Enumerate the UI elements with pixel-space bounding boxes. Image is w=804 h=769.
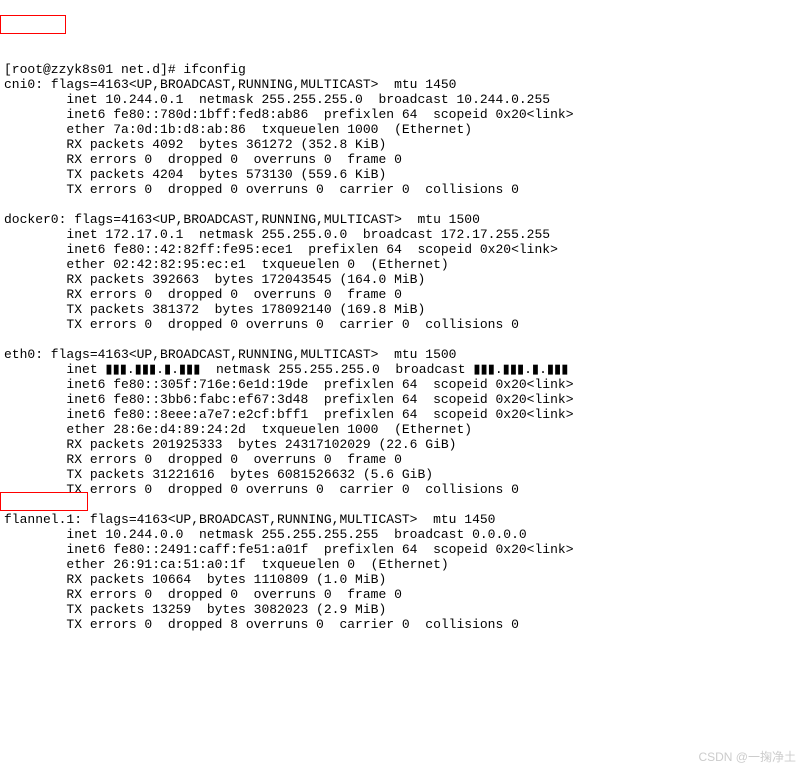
docker0-inet: inet 172.17.0.1 netmask 255.255.0.0 broa… [4,227,550,242]
eth0-rx-packets: RX packets 201925333 bytes 24317102029 (… [4,437,456,452]
cni0-rx-packets: RX packets 4092 bytes 361272 (352.8 KiB) [4,137,386,152]
cni0-tx-errors: TX errors 0 dropped 0 overruns 0 carrier… [4,182,519,197]
docker0-rx-packets: RX packets 392663 bytes 172043545 (164.0… [4,272,425,287]
flannel-rx-packets: RX packets 10664 bytes 1110809 (1.0 MiB) [4,572,386,587]
docker0-rx-errors: RX errors 0 dropped 0 overruns 0 frame 0 [4,287,402,302]
docker0-ether: ether 02:42:82:95:ec:e1 txqueuelen 0 (Et… [4,257,449,272]
eth0-inet6-a: inet6 fe80::305f:716e:6e1d:19de prefixle… [4,377,574,392]
cni0-tx-packets: TX packets 4204 bytes 573130 (559.6 KiB) [4,167,386,182]
cni0-inet6: inet6 fe80::780d:1bff:fed8:ab86 prefixle… [4,107,574,122]
flannel-rx-errors: RX errors 0 dropped 0 overruns 0 frame 0 [4,587,402,602]
eth0-tx-errors: TX errors 0 dropped 0 overruns 0 carrier… [4,482,519,497]
docker0-inet6: inet6 fe80::42:82ff:fe95:ece1 prefixlen … [4,242,558,257]
eth0-tx-packets: TX packets 31221616 bytes 6081526632 (5.… [4,467,433,482]
iface-flannel-flags: flags=4163<UP,BROADCAST,RUNNING,MULTICAS… [82,512,495,527]
terminal-output: [root@zzyk8s01 net.d]# ifconfig cni0: fl… [0,60,804,634]
cni0-rx-errors: RX errors 0 dropped 0 overruns 0 frame 0 [4,152,402,167]
flannel-ether: ether 26:91:ca:51:a0:1f txqueuelen 0 (Et… [4,557,449,572]
cni0-ether: ether 7a:0d:1b:d8:ab:86 txqueuelen 1000 … [4,122,472,137]
watermark-text: CSDN @一掬净土 [698,750,796,765]
eth0-inet: inet ▮▮▮.▮▮▮.▮.▮▮▮ netmask 255.255.255.0… [4,362,568,377]
flannel-inet: inet 10.244.0.0 netmask 255.255.255.255 … [4,527,527,542]
iface-docker0-head: docker0: flags=4163<UP,BROADCAST,RUNNING… [4,212,480,227]
highlight-box-cni0 [0,15,66,34]
eth0-ether: ether 28:6e:d4:89:24:2d txqueuelen 1000 … [4,422,472,437]
iface-flannel-name: flannel.1: [4,512,82,527]
flannel-inet6: inet6 fe80::2491:caff:fe51:a01f prefixle… [4,542,574,557]
flannel-tx-errors: TX errors 0 dropped 8 overruns 0 carrier… [4,617,519,632]
prompt-line: [root@zzyk8s01 net.d]# ifconfig [4,62,246,77]
cni0-inet: inet 10.244.0.1 netmask 255.255.255.0 br… [4,92,550,107]
flannel-tx-packets: TX packets 13259 bytes 3082023 (2.9 MiB) [4,602,386,617]
eth0-rx-errors: RX errors 0 dropped 0 overruns 0 frame 0 [4,452,402,467]
docker0-tx-packets: TX packets 381372 bytes 178092140 (169.8… [4,302,425,317]
eth0-inet6-b: inet6 fe80::3bb6:fabc:ef67:3d48 prefixle… [4,392,574,407]
docker0-tx-errors: TX errors 0 dropped 0 overruns 0 carrier… [4,317,519,332]
iface-eth0-head: eth0: flags=4163<UP,BROADCAST,RUNNING,MU… [4,347,456,362]
eth0-inet6-c: inet6 fe80::8eee:a7e7:e2cf:bff1 prefixle… [4,407,574,422]
iface-cni0-name: cni0: [4,77,43,92]
iface-cni0-flags: flags=4163<UP,BROADCAST,RUNNING,MULTICAS… [43,77,456,92]
